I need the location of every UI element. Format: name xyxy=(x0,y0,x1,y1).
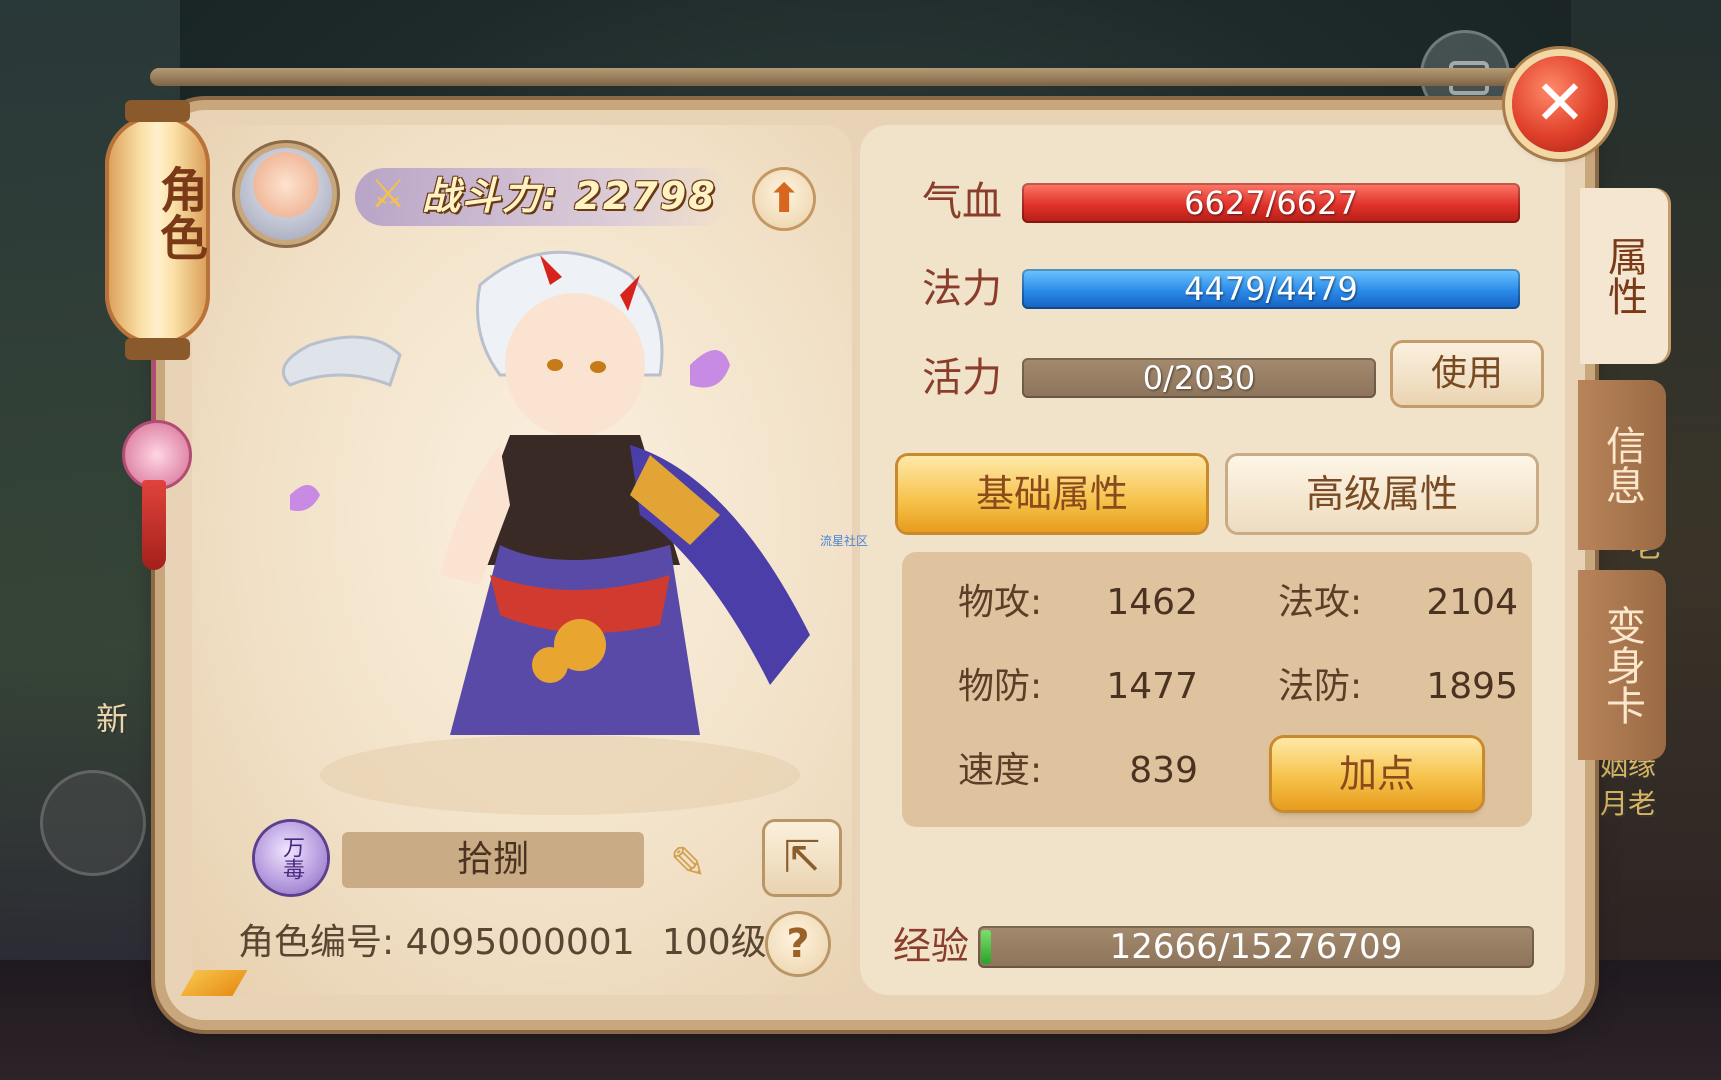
help-button[interactable]: ? xyxy=(768,914,828,974)
vitality-label: 活力 xyxy=(922,355,1002,401)
tab-transform-card[interactable]: 变身卡 xyxy=(1578,570,1666,760)
phys-atk-label: 物攻: xyxy=(958,582,1043,623)
panel-top-rail xyxy=(150,68,1550,86)
speed-value: 839 xyxy=(1129,750,1198,791)
mp-bar: 4479/4479 xyxy=(1022,269,1520,309)
hp-label: 气血 xyxy=(922,179,1002,225)
role-id: 角色编号: 4095000001 xyxy=(238,922,635,963)
tab-advanced-attributes[interactable]: 高级属性 xyxy=(1228,456,1536,532)
tab-attributes[interactable]: 属性 xyxy=(1580,188,1668,364)
mag-atk-label: 法攻: xyxy=(1278,582,1363,623)
add-point-button[interactable]: 加点 xyxy=(1272,738,1482,810)
vitality-bar: 0/2030 xyxy=(1022,358,1376,398)
microphone-icon[interactable] xyxy=(40,770,146,876)
character-level: 100级 xyxy=(662,922,767,963)
sect-badge: 万毒 xyxy=(255,822,327,894)
mag-atk-value: 2104 xyxy=(1426,582,1518,623)
lantern-cap-top xyxy=(125,100,190,122)
new-label: 新 xyxy=(96,700,129,738)
mag-def-label: 法防: xyxy=(1278,666,1363,707)
mag-def-value: 1895 xyxy=(1426,666,1518,707)
exp-bar: 12666/15276709 xyxy=(978,926,1534,968)
exp-bar-fill xyxy=(981,930,991,964)
tab-info[interactable]: 信息 xyxy=(1578,380,1666,550)
tab-basic-attributes[interactable]: 基础属性 xyxy=(898,456,1206,532)
phys-atk-value: 1462 xyxy=(1106,582,1198,623)
pencil-icon[interactable]: ✎ xyxy=(660,836,716,892)
phys-def-value: 1477 xyxy=(1106,666,1198,707)
phys-def-label: 物防: xyxy=(958,666,1043,707)
use-vitality-button[interactable]: 使用 xyxy=(1393,343,1541,405)
window-title: 角色 xyxy=(151,165,207,261)
close-button[interactable]: ✕ xyxy=(1512,56,1608,152)
sword-icon: ⚔ xyxy=(370,171,406,217)
character-illustration xyxy=(281,250,810,815)
speed-label: 速度: xyxy=(958,750,1043,791)
share-icon[interactable]: ⇱ xyxy=(765,822,839,894)
lantern-string xyxy=(152,360,156,422)
lantern-cap-bottom xyxy=(125,338,190,360)
lantern-tassel xyxy=(142,480,166,570)
combat-power: 战斗力: 22798 xyxy=(422,174,717,218)
exp-label: 经验 xyxy=(893,924,970,968)
watermark: 流星社区 xyxy=(820,534,869,548)
character-name: 拾捌 xyxy=(342,832,644,888)
mp-label: 法力 xyxy=(922,266,1002,312)
hp-bar: 6627/6627 xyxy=(1022,183,1520,223)
bg-label-matchmaker: 月老 xyxy=(1600,787,1657,820)
